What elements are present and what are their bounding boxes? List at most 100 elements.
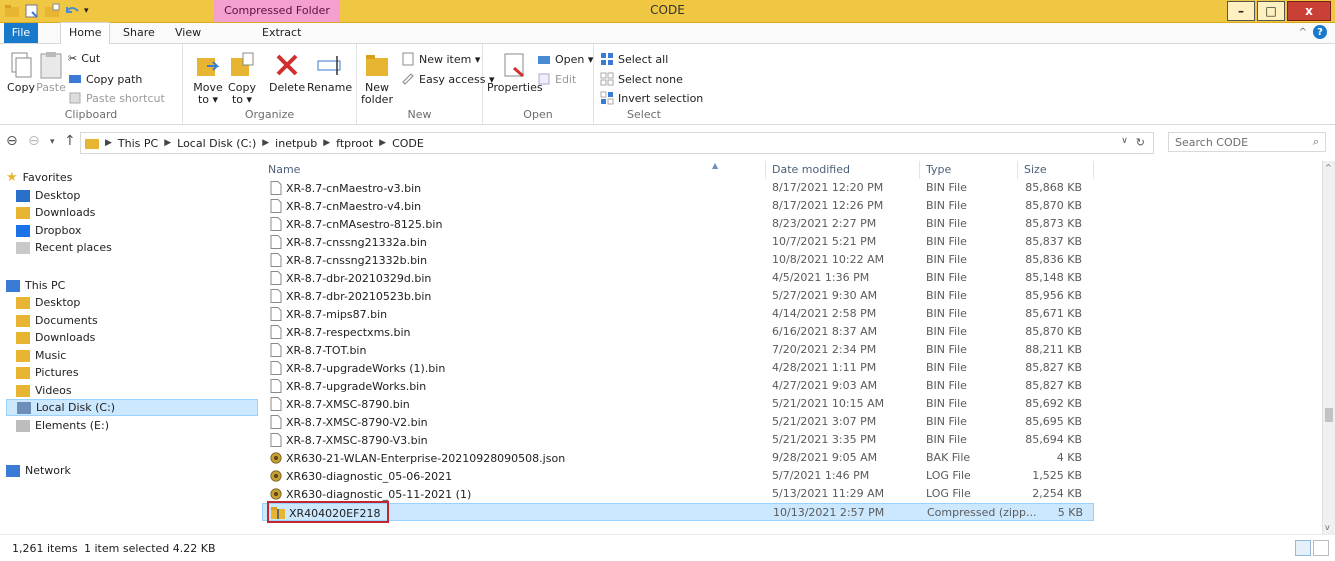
forward-button[interactable]: ⊖ [28, 133, 40, 149]
new-folder-button[interactable]: New folder [361, 50, 393, 106]
maximize-button[interactable]: □ [1257, 1, 1285, 21]
file-type: BAK File [926, 451, 971, 464]
column-header-date[interactable]: Date modified [766, 161, 920, 179]
nav-pc-local-disk[interactable]: Local Disk (C:) [6, 399, 258, 416]
breadcrumb-inetpub[interactable]: inetpub [275, 137, 317, 150]
file-row[interactable]: XR-8.7-mips87.bin 4/14/2021 2:58 PM BIN Fi… [262, 305, 1094, 323]
file-row[interactable]: XR-8.7-cnMaestro-v4.bin 8/17/2021 12:26 P… [262, 197, 1094, 215]
rename-button[interactable]: Rename [307, 50, 352, 94]
back-button[interactable]: ⊖ [6, 133, 18, 149]
file-row[interactable]: XR630-diagnostic_05-06-2021 5/7/2021 1:46… [262, 467, 1094, 485]
scrollbar-thumb[interactable] [1325, 408, 1333, 422]
tab-home[interactable]: Home [60, 22, 111, 44]
search-input[interactable]: Search CODE ⌕ [1168, 132, 1326, 152]
breadcrumb-ftproot[interactable]: ftproot [336, 137, 373, 150]
file-row[interactable]: XR-8.7-cnMaestro-v3.bin 8/17/2021 12:20 P… [262, 179, 1094, 197]
file-row[interactable]: XR-8.7-dbr-20210329d.bin 4/5/2021 1:36 PM… [262, 269, 1094, 287]
file-row[interactable]: XR-8.7-XMSC-8790-V2.bin 5/21/2021 3:07 PM… [262, 413, 1094, 431]
column-header-name[interactable]: Name [262, 161, 766, 179]
nav-pc-videos[interactable]: Videos [16, 382, 268, 399]
nav-fav-recent-places[interactable]: Recent places [16, 239, 268, 256]
file-date: 4/28/2021 1:11 PM [772, 361, 877, 374]
nav-fav-downloads[interactable]: Downloads [16, 204, 268, 221]
nav-network[interactable]: Network [6, 462, 258, 479]
file-type: BIN File [926, 343, 967, 356]
nav-pc-music[interactable]: Music [16, 347, 268, 364]
file-type: BIN File [926, 397, 967, 410]
file-icon [270, 433, 282, 447]
open-group: Properties Open ▾ Edit Open [483, 44, 594, 124]
file-row[interactable]: XR-8.7-cnMAsestro-8125.bin 8/23/2021 2:27… [262, 215, 1094, 233]
selection-info: 1 item selected 4.22 KB [84, 542, 216, 555]
file-row[interactable]: XR-8.7-cnssng21332b.bin 10/8/2021 10:22 A… [262, 251, 1094, 269]
file-row[interactable]: XR630-21-WLAN-Enterprise-20210928090508.… [262, 449, 1094, 467]
address-dropdown-icon[interactable]: ∨ [1121, 136, 1128, 149]
close-button[interactable]: x [1287, 1, 1331, 21]
cut-button[interactable]: ✂ Cut [68, 52, 100, 65]
minimize-button[interactable]: – [1227, 1, 1255, 21]
copy-button[interactable]: Copy [6, 50, 36, 94]
refresh-icon[interactable]: ↻ [1136, 136, 1145, 149]
nav-pc-documents[interactable]: Documents [16, 312, 268, 329]
easy-access-button[interactable]: Easy access ▾ [401, 72, 495, 86]
copy-to-button[interactable]: Copy to ▾ [227, 50, 257, 106]
details-view-button[interactable] [1295, 540, 1311, 556]
properties-button[interactable]: Properties [487, 50, 543, 94]
column-header-size[interactable]: Size [1018, 161, 1094, 179]
file-row[interactable]: XR-8.7-dbr-20210523b.bin 5/27/2021 9:30 A… [262, 287, 1094, 305]
up-button[interactable]: ↑ [64, 133, 76, 149]
file-row[interactable]: XR-8.7-TOT.bin 7/20/2021 2:34 PM BIN File 8… [262, 341, 1094, 359]
move-to-button[interactable]: Move to ▾ [193, 50, 223, 106]
clipboard-group: Copy Paste ✂ Cut Copy path Paste shortcut… [0, 44, 183, 124]
select-all-button[interactable]: Select all [600, 52, 668, 66]
delete-button[interactable]: Delete [269, 50, 305, 94]
copy-path-button[interactable]: Copy path [68, 72, 142, 86]
ribbon-collapse-icon[interactable]: ^ [1299, 27, 1307, 38]
file-row[interactable]: XR-8.7-respectxms.bin 6/16/2021 8:37 AM BI… [262, 323, 1094, 341]
select-group: Select all Select none Invert selection … [594, 44, 703, 124]
scroll-down-icon[interactable]: v [1325, 523, 1330, 532]
file-row[interactable]: XR-8.7-upgradeWorks.bin 4/27/2021 9:03 AM… [262, 377, 1094, 395]
tab-view[interactable]: View [167, 23, 209, 43]
file-row[interactable]: XR-8.7-cnssng21332a.bin 10/7/2021 5:21 PM… [262, 233, 1094, 251]
invert-selection-button[interactable]: Invert selection [600, 91, 703, 105]
column-header-type[interactable]: Type [920, 161, 1018, 179]
open-button[interactable]: Open ▾ [537, 52, 593, 66]
file-row[interactable]: XR-8.7-XMSC-8790-V3.bin 5/21/2021 3:35 PM… [262, 431, 1094, 449]
address-bar[interactable]: ▶ This PC ▶ Local Disk (C:) ▶ inetpub ▶ ftp… [80, 132, 1154, 154]
nav-fav-dropbox[interactable]: Dropbox [16, 222, 268, 239]
edit-button[interactable]: Edit [537, 72, 576, 86]
tab-extract[interactable]: Extract [254, 23, 309, 43]
file-type: BIN File [926, 433, 967, 446]
rename-icon [317, 56, 341, 75]
paste-icon [40, 52, 62, 79]
recent-places-icon [16, 241, 30, 254]
file-size: 85,148 KB [1025, 271, 1082, 284]
nav-pc-desktop[interactable]: Desktop [16, 294, 268, 311]
new-item-button[interactable]: New item ▾ [401, 52, 480, 66]
file-icon [270, 253, 282, 267]
recent-locations-dropdown[interactable]: ▾ [50, 137, 55, 147]
tab-share[interactable]: Share [115, 23, 163, 43]
paste-button[interactable]: Paste [36, 50, 66, 94]
nav-this-pc[interactable]: This PC [6, 277, 258, 294]
breadcrumb-local-disk[interactable]: Local Disk (C:) [177, 137, 256, 150]
nav-pc-elements[interactable]: Elements (E:) [16, 417, 268, 434]
file-list: Name ▲ Date modified Type Size XR-8.7-cn… [262, 161, 1322, 534]
nav-pc-pictures[interactable]: Pictures [16, 364, 268, 381]
paste-shortcut-button[interactable]: Paste shortcut [68, 91, 165, 105]
breadcrumb-code[interactable]: CODE [392, 137, 424, 150]
help-icon[interactable]: ? [1313, 25, 1327, 39]
breadcrumb-this-pc[interactable]: This PC [118, 137, 158, 150]
file-row[interactable]: XR404020EF218 10/13/2021 2:57 PM Compresse… [262, 501, 1094, 523]
file-row[interactable]: XR-8.7-upgradeWorks (1).bin 4/28/2021 1:1… [262, 359, 1094, 377]
file-row[interactable]: XR-8.7-XMSC-8790.bin 5/21/2021 10:15 AM BI… [262, 395, 1094, 413]
nav-fav-desktop[interactable]: Desktop [16, 187, 268, 204]
nav-pc-downloads[interactable]: Downloads [16, 329, 268, 346]
tab-file[interactable]: File [4, 23, 38, 43]
vertical-scrollbar[interactable]: ^ v [1322, 161, 1335, 534]
scroll-up-icon[interactable]: ^ [1325, 163, 1332, 172]
large-icons-view-button[interactable] [1313, 540, 1329, 556]
select-none-button[interactable]: Select none [600, 72, 683, 86]
nav-favorites[interactable]: ★ Favorites [6, 169, 258, 186]
